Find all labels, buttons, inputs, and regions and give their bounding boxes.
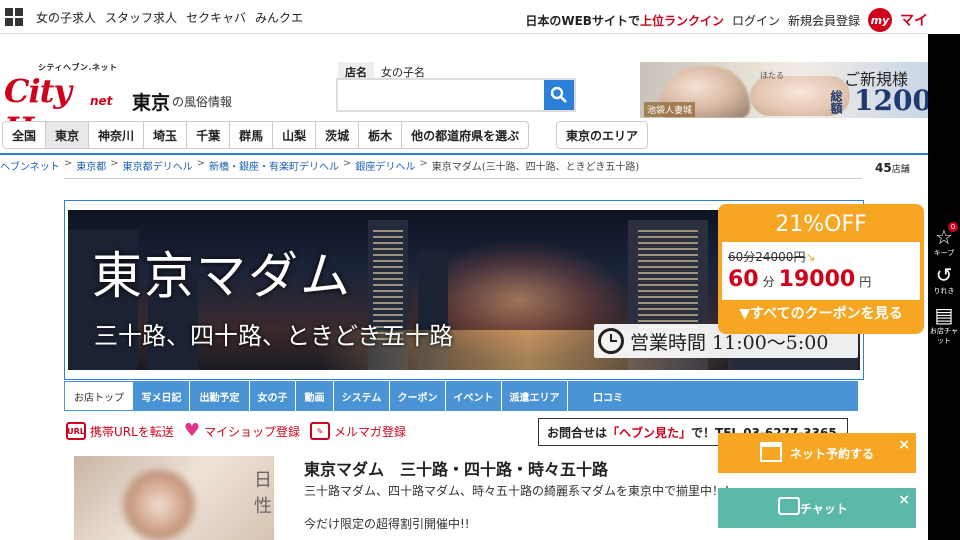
breadcrumb: ヘブンネット > 東京都 > 東京都デリヘル > 新橋・銀座・有楽町デリヘル > 銀座デ… — [0, 158, 640, 173]
search-box — [336, 78, 576, 112]
coupon-price: 60 分 19000 円 — [728, 267, 872, 292]
heart-icon: ♥ — [183, 420, 200, 441]
tab-system[interactable]: システム — [334, 381, 390, 411]
calendar-icon — [760, 442, 782, 462]
breadcrumb-item[interactable]: 東京都 — [76, 158, 106, 173]
pref-ibaraki[interactable]: 茨城 — [316, 121, 360, 149]
ad-shop-tag: 池袋人妻城 — [644, 102, 696, 117]
top-link-minque[interactable]: みんクエ — [255, 9, 303, 26]
site-logo[interactable]: シティヘブン.ネット City Heaven net — [4, 62, 133, 148]
send-url-button[interactable]: URL 携帯URLを転送 — [66, 422, 174, 440]
ad-price: 1200 — [854, 84, 928, 117]
top-link-girls-job[interactable]: 女の子求人 — [36, 9, 96, 26]
region-name: 東京 — [132, 92, 171, 114]
tab-area[interactable]: 派遣エリア — [502, 381, 568, 411]
top-links: 女の子求人 スタッフ求人 セクキャバ みんクエ — [36, 9, 303, 26]
pref-chiba[interactable]: 千葉 — [187, 121, 231, 149]
shop-actions: URL 携帯URLを転送 ♥ マイショップ登録 ✎ メルマガ登録 — [66, 422, 406, 440]
pref-yamanashi[interactable]: 山梨 — [273, 121, 317, 149]
breadcrumb-item[interactable]: 銀座デリヘル — [355, 158, 415, 173]
tab-shop-top[interactable]: お店トップ — [64, 381, 134, 411]
tab-reviews[interactable]: 口コミ — [568, 381, 648, 411]
coupon-title: 21%OFF — [775, 212, 867, 237]
top-bar: 女の子求人 スタッフ求人 セクキャバ みんクエ 日本のWEBサイトで上位ランクイ… — [0, 0, 928, 34]
top-link-staff-job[interactable]: スタッフ求人 — [105, 9, 177, 26]
chat-bubble-icon — [778, 497, 800, 515]
register-link[interactable]: 新規会員登録 — [788, 12, 860, 29]
shop-name: 東京マダム 三十路・四十路・時々五十路 — [304, 460, 609, 479]
breadcrumb-current: 東京マダム(三十路、四十路、ときどき五十路) — [431, 162, 640, 173]
shop-tabs: お店トップ 写メ日記 出勤予定 女の子 動画 システム クーポン イベント 派遣… — [64, 381, 858, 411]
arrow-icon: ↘ — [805, 250, 816, 264]
ad-banner[interactable]: 池袋人妻城 ほたる ご新規様 総額 1200 — [640, 62, 928, 118]
pref-gunma[interactable]: 群馬 — [230, 121, 274, 149]
tab-event[interactable]: イベント — [446, 381, 502, 411]
region-suffix: の風俗情報 — [172, 95, 233, 109]
tab-coupon[interactable]: クーポン — [390, 381, 446, 411]
side-rail: ☆ 0 キープ ↺ りれき ▤ お店チャット — [928, 34, 960, 540]
pref-tokyo[interactable]: 東京 — [46, 121, 90, 149]
login-link[interactable]: ログイン — [732, 12, 780, 29]
all-coupons-link[interactable]: ▼すべてのクーポンを見る — [722, 300, 920, 328]
grid-menu-icon[interactable] — [5, 8, 23, 26]
search-icon — [550, 86, 567, 103]
my-label[interactable]: マイ — [900, 10, 928, 30]
breadcrumb-divider — [64, 178, 862, 179]
coupon-original-price: 60分24000円 — [728, 250, 806, 264]
search-input[interactable] — [338, 80, 544, 110]
top-link-sekucaba[interactable]: セクキャバ — [186, 9, 246, 26]
rail-chat[interactable]: ▤ お店チャット — [928, 304, 960, 346]
breadcrumb-item[interactable]: ヘブンネット — [0, 158, 60, 173]
rail-keep[interactable]: ☆ 0 キープ — [928, 222, 960, 258]
shop-promo: 今だけ限定の超得割引開催中!! — [304, 517, 470, 531]
ad-total-label: 総額 — [829, 90, 843, 114]
photo-side-text: 日 性 — [254, 470, 272, 517]
tab-girls[interactable]: 女の子 — [250, 381, 296, 411]
hero-title: 東京マダム — [92, 247, 352, 305]
pref-tochigi[interactable]: 栃木 — [359, 121, 403, 149]
pref-zenkoku[interactable]: 全国 — [2, 121, 47, 149]
breadcrumb-item[interactable]: 新橋・銀座・有楽町デリヘル — [209, 158, 339, 173]
close-chat-button[interactable]: × — [898, 492, 910, 508]
chat-icon: ▤ — [934, 303, 954, 327]
net-booking-button[interactable]: ネット予約する × — [718, 433, 916, 473]
prefecture-nav: 全国 東京 神奈川 埼玉 千葉 群馬 山梨 茨城 栃木 他の都道府県を選ぶ — [2, 121, 530, 149]
tab-diary[interactable]: 写メ日記 — [134, 381, 190, 411]
keep-count-badge: 0 — [948, 222, 958, 232]
my-badge[interactable]: my — [868, 8, 892, 32]
tab-video[interactable]: 動画 — [296, 381, 334, 411]
shop-photo[interactable]: 日 性 — [74, 456, 274, 540]
tokyo-area-button[interactable]: 東京のエリア — [556, 121, 649, 149]
hero-subtitle: 三十路、四十路、ときどき五十路 — [94, 322, 454, 350]
coupon-body: 60分24000円↘ 60 分 19000 円 — [722, 242, 920, 300]
shop-description: 三十路マダム、四十路マダム、時々五十路の綺麗系マダムを東京中で揃里中！！ — [304, 484, 737, 498]
rail-history[interactable]: ↺ りれき — [928, 264, 960, 296]
clock-icon — [598, 328, 624, 354]
search-button[interactable] — [544, 80, 574, 110]
rank-text: 日本のWEBサイトで上位ランクイン — [525, 13, 724, 28]
coupon-card[interactable]: 21%OFF 60分24000円↘ 60 分 19000 円 ▼すべてのクーポンを見る — [718, 204, 924, 334]
top-right: 日本のWEBサイトで上位ランクイン ログイン 新規会員登録 my マイ — [525, 8, 928, 32]
mail-edit-icon: ✎ — [309, 422, 330, 440]
mailmag-button[interactable]: ✎ メルマガ登録 — [309, 422, 406, 440]
history-icon: ↺ — [935, 263, 953, 287]
myshop-button[interactable]: ♥ マイショップ登録 — [184, 422, 300, 440]
url-icon: URL — [66, 422, 86, 440]
ad-mini-text: ほたる — [760, 71, 784, 80]
close-booking-button[interactable]: × — [898, 437, 910, 453]
nav-divider — [0, 153, 928, 155]
chat-button[interactable]: チャット × — [718, 488, 916, 528]
pref-saitama[interactable]: 埼玉 — [144, 121, 188, 149]
pref-kanagawa[interactable]: 神奈川 — [89, 121, 145, 149]
shop-count: 45店舗 — [875, 161, 910, 175]
tab-schedule[interactable]: 出勤予定 — [190, 381, 250, 411]
breadcrumb-item[interactable]: 東京都デリヘル — [123, 158, 193, 173]
pref-other[interactable]: 他の都道府県を選ぶ — [402, 121, 530, 149]
